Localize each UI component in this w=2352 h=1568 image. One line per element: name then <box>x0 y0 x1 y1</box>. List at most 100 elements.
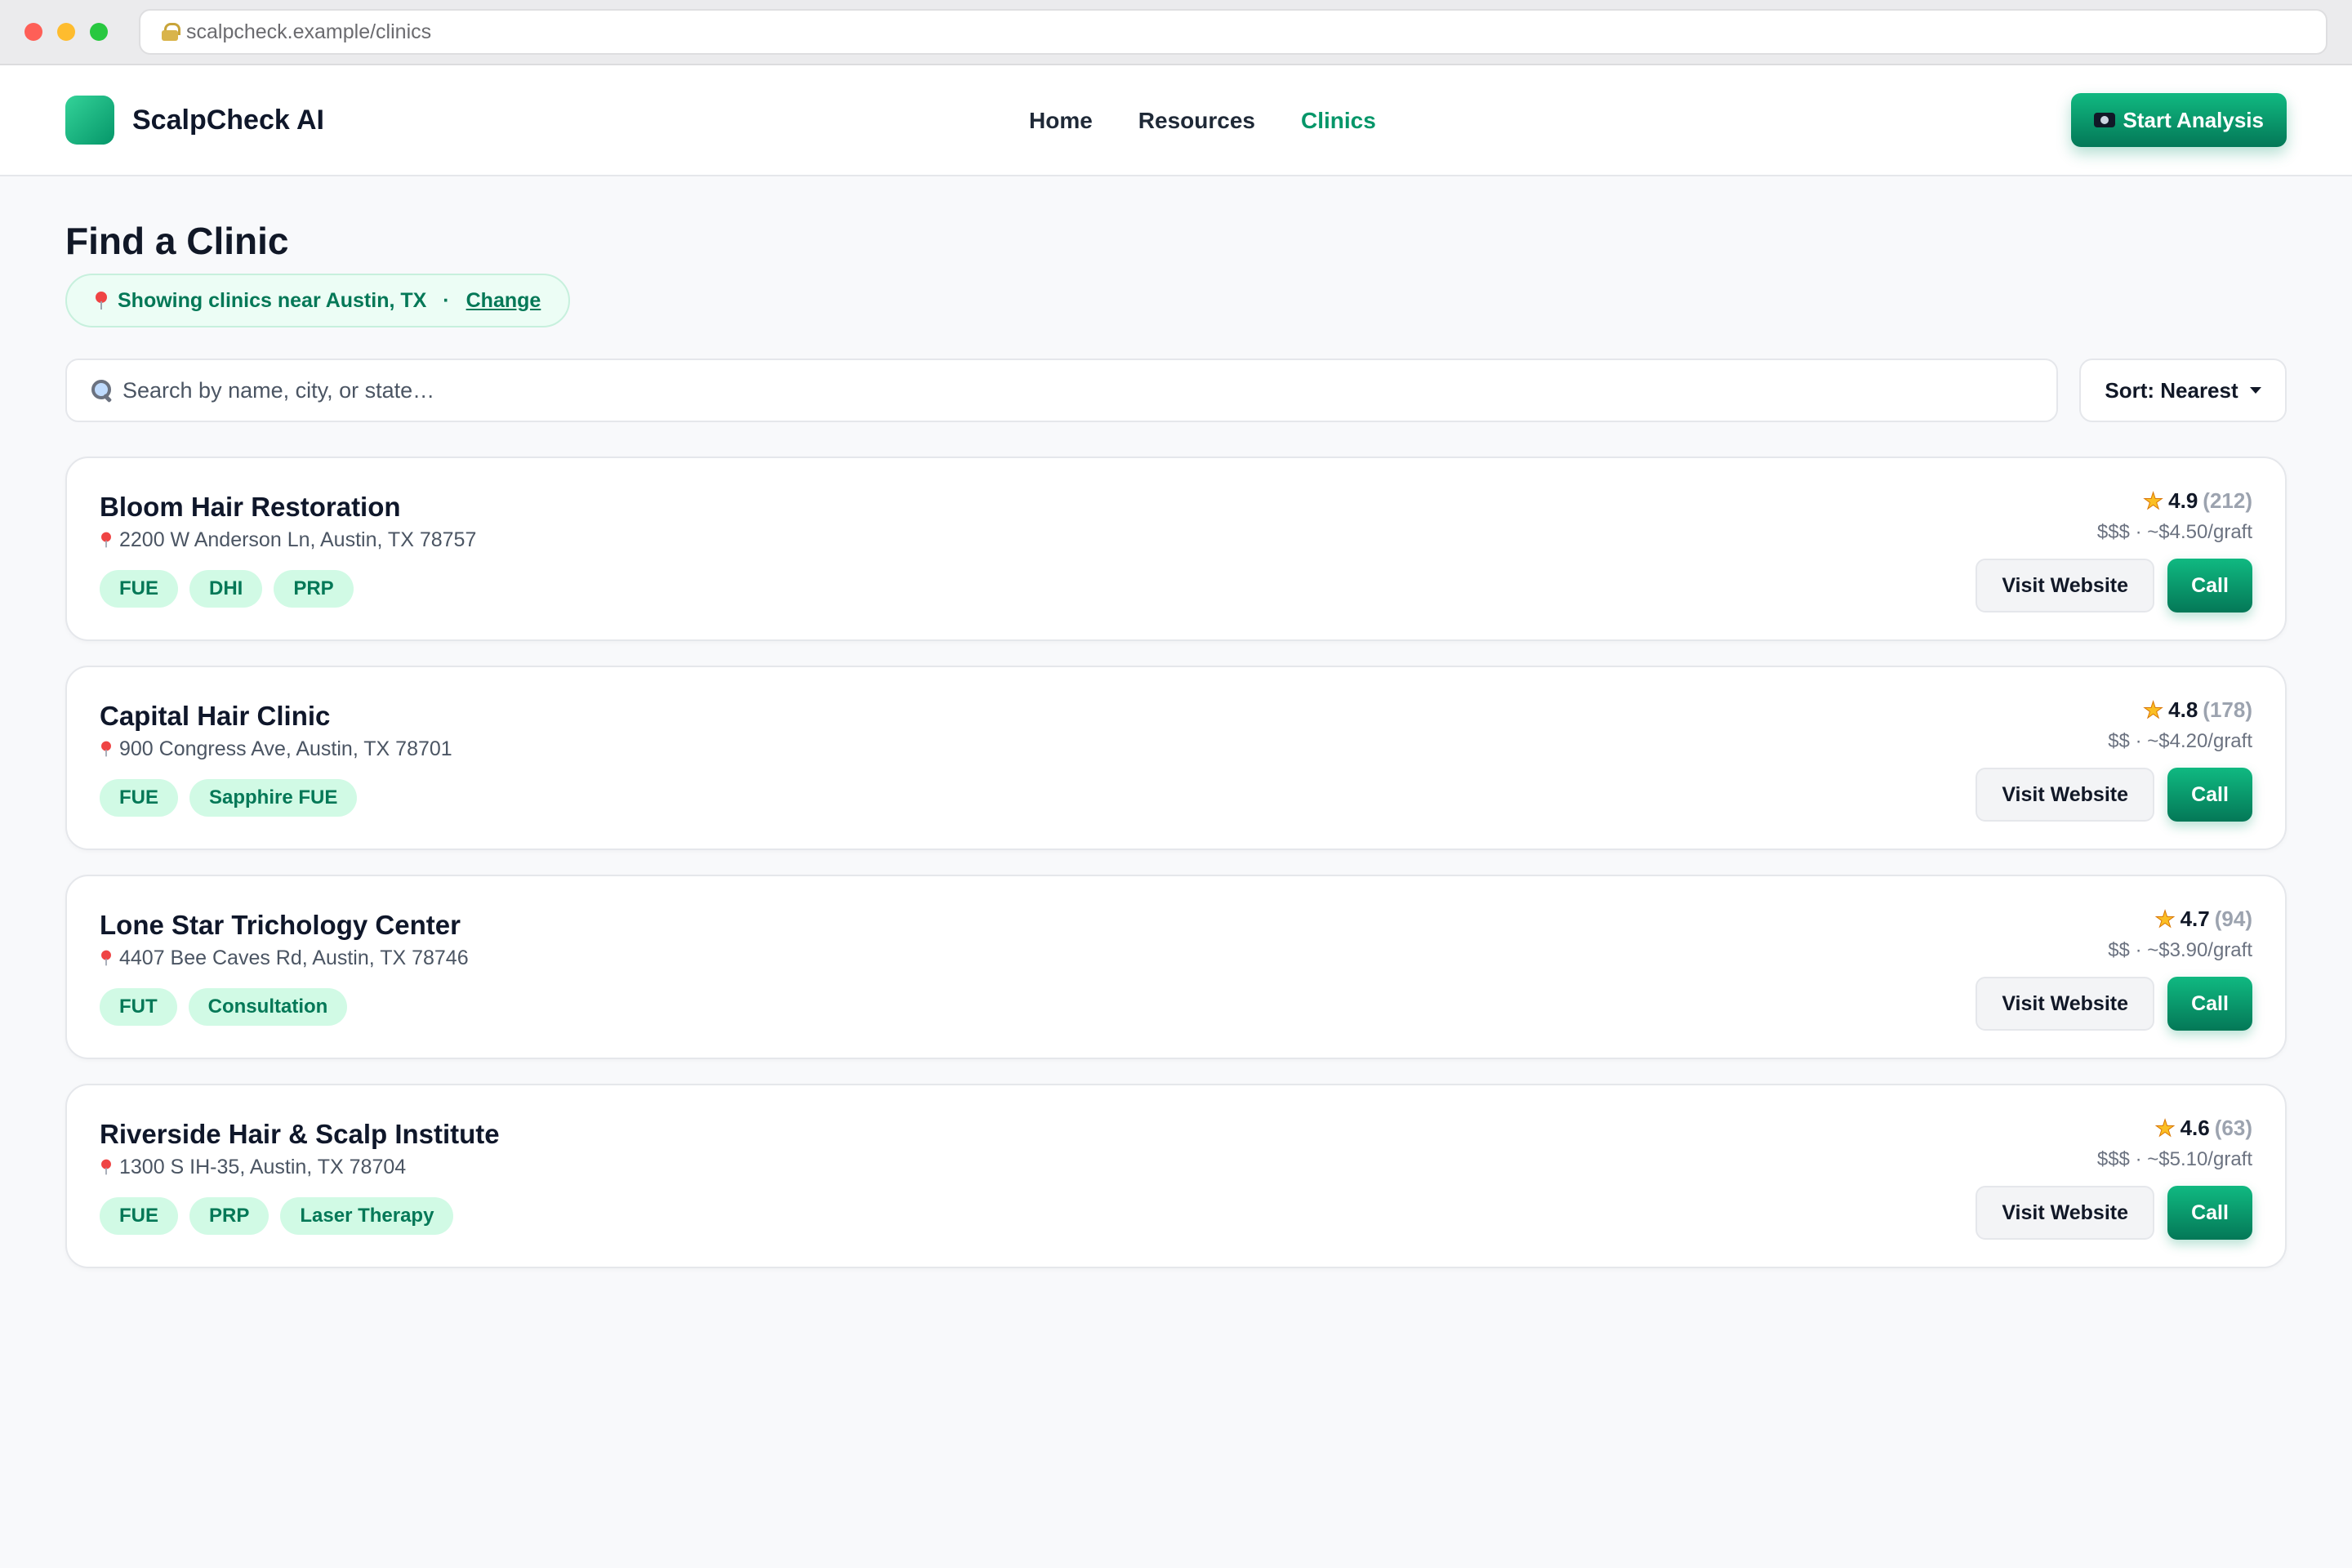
clinic-actions: Visit Website Call <box>1976 559 2252 613</box>
clinic-meta: ★ 4.6 (63) $$$ · ~$5.10/graft Visit Webs… <box>1976 1115 2252 1241</box>
clinic-meta: ★ 4.7 (94) $$ · ~$3.90/graft Visit Websi… <box>1976 906 2252 1031</box>
sort-dropdown[interactable]: Sort: Nearest <box>2079 359 2287 423</box>
treatment-tags: FUE Sapphire FUE <box>100 778 2252 817</box>
clinic-rating: ★ 4.6 (63) <box>2154 1115 2252 1142</box>
location-banner: Showing clinics near Austin, TX · Change <box>65 274 571 328</box>
treatment-tag: FUE <box>100 569 178 608</box>
nav-resources[interactable]: Resources <box>1138 108 1255 134</box>
maximize-window-button[interactable] <box>90 23 108 41</box>
search-input[interactable] <box>122 377 2032 403</box>
review-count: (212) <box>2203 488 2252 514</box>
treatment-tag: Sapphire FUE <box>189 778 358 817</box>
browser-toolbar: scalpcheck.example/clinics <box>0 0 2352 65</box>
review-count: (178) <box>2203 697 2252 723</box>
main-nav: Home Resources Clinics <box>1029 65 1376 176</box>
treatment-tags: FUE PRP Laser Therapy <box>100 1196 2252 1235</box>
nav-clinics[interactable]: Clinics <box>1301 108 1376 134</box>
main-content: Find a Clinic Showing clinics near Austi… <box>0 176 2352 1269</box>
sort-label: Sort: Nearest <box>2105 377 2238 403</box>
clinic-card: Lone Star Trichology Center 4407 Bee Cav… <box>65 875 2287 1060</box>
visit-website-button[interactable]: Visit Website <box>1976 1186 2154 1241</box>
logo-icon[interactable] <box>65 96 114 145</box>
call-button[interactable]: Call <box>2167 977 2252 1031</box>
review-count: (63) <box>2214 1116 2252 1141</box>
change-location-link[interactable]: Change <box>466 289 541 313</box>
clinic-address: 1300 S IH-35, Austin, TX 78704 <box>100 1156 2252 1179</box>
window-controls <box>24 23 108 41</box>
search-icon <box>91 380 113 401</box>
clinic-rating: ★ 4.7 (94) <box>2154 906 2252 933</box>
treatment-tag: FUE <box>100 1196 178 1235</box>
clinic-list: Bloom Hair Restoration 2200 W Anderson L… <box>65 457 2287 1269</box>
separator: · <box>443 288 450 312</box>
clinic-address-text: 4407 Bee Caves Rd, Austin, TX 78746 <box>119 946 469 969</box>
address-bar[interactable]: scalpcheck.example/clinics <box>139 9 2328 55</box>
clinic-meta: ★ 4.8 (178) $$ · ~$4.20/graft Visit Webs… <box>1976 697 2252 822</box>
start-analysis-label: Start Analysis <box>2123 107 2264 132</box>
camera-icon <box>2093 113 2115 127</box>
clinic-actions: Visit Website Call <box>1976 768 2252 822</box>
lock-icon <box>162 23 180 41</box>
page-title: Find a Clinic <box>65 220 289 262</box>
location-pin-icon <box>100 1159 112 1175</box>
clinic-meta: ★ 4.9 (212) $$$ · ~$4.50/graft Visit Web… <box>1976 488 2252 613</box>
search-row: Sort: Nearest <box>65 359 2287 423</box>
clinic-name[interactable]: Bloom Hair Restoration <box>100 491 2252 523</box>
star-icon: ★ <box>2154 1116 2176 1142</box>
location-text: Showing clinics near Austin, TX <box>118 288 427 312</box>
clinic-actions: Visit Website Call <box>1976 1186 2252 1241</box>
location-pin-icon <box>100 950 112 966</box>
nav-home[interactable]: Home <box>1029 108 1093 134</box>
clinic-address-text: 1300 S IH-35, Austin, TX 78704 <box>119 1155 407 1178</box>
rating-value: 4.7 <box>2180 906 2210 932</box>
visit-website-button[interactable]: Visit Website <box>1976 977 2154 1031</box>
brand-name[interactable]: ScalpCheck AI <box>132 105 324 136</box>
visit-website-button[interactable]: Visit Website <box>1976 559 2154 613</box>
clinic-price: $$$ · ~$5.10/graft <box>2096 1148 2252 1171</box>
treatment-tag: DHI <box>189 569 263 608</box>
minimize-window-button[interactable] <box>57 23 75 41</box>
review-count: (94) <box>2214 906 2252 932</box>
treatment-tag: FUT <box>100 987 177 1026</box>
app-header: ScalpCheck AI Home Resources Clinics Sta… <box>0 65 2352 176</box>
location-pin-icon <box>100 741 112 757</box>
call-button[interactable]: Call <box>2167 1186 2252 1241</box>
clinic-actions: Visit Website Call <box>1976 977 2252 1031</box>
clinic-price: $$$ · ~$4.50/graft <box>2096 521 2252 544</box>
clinic-card: Riverside Hair & Scalp Institute 1300 S … <box>65 1084 2287 1269</box>
clinic-rating: ★ 4.8 (178) <box>2143 697 2252 724</box>
clinic-address-text: 900 Congress Ave, Austin, TX 78701 <box>119 737 452 760</box>
clinic-address-text: 2200 W Anderson Ln, Austin, TX 78757 <box>119 528 477 551</box>
start-analysis-button[interactable]: Start Analysis <box>2070 93 2287 147</box>
close-window-button[interactable] <box>24 23 42 41</box>
treatment-tags: FUE DHI PRP <box>100 569 2252 608</box>
rating-value: 4.6 <box>2180 1116 2210 1141</box>
visit-website-button[interactable]: Visit Website <box>1976 768 2154 822</box>
clinic-price: $$ · ~$4.20/graft <box>2108 730 2252 753</box>
clinic-name[interactable]: Riverside Hair & Scalp Institute <box>100 1118 2252 1151</box>
clinic-name[interactable]: Capital Hair Clinic <box>100 700 2252 733</box>
star-icon: ★ <box>2143 697 2164 724</box>
call-button[interactable]: Call <box>2167 768 2252 822</box>
treatment-tags: FUT Consultation <box>100 987 2252 1026</box>
rating-value: 4.8 <box>2168 697 2198 723</box>
clinic-address: 4407 Bee Caves Rd, Austin, TX 78746 <box>100 947 2252 970</box>
search-box[interactable] <box>65 359 2058 423</box>
clinic-address: 900 Congress Ave, Austin, TX 78701 <box>100 737 2252 761</box>
treatment-tag: PRP <box>274 569 354 608</box>
url-text: scalpcheck.example/clinics <box>186 20 432 43</box>
call-button[interactable]: Call <box>2167 559 2252 613</box>
location-pin-icon <box>100 532 112 548</box>
location-pin-icon <box>95 292 108 310</box>
clinic-price: $$ · ~$3.90/graft <box>2108 939 2252 962</box>
rating-value: 4.9 <box>2168 488 2198 514</box>
treatment-tag: PRP <box>189 1196 270 1235</box>
clinic-card: Capital Hair Clinic 900 Congress Ave, Au… <box>65 666 2287 851</box>
treatment-tag: Laser Therapy <box>280 1196 454 1235</box>
clinic-address: 2200 W Anderson Ln, Austin, TX 78757 <box>100 528 2252 552</box>
clinic-card: Bloom Hair Restoration 2200 W Anderson L… <box>65 457 2287 642</box>
treatment-tag: Consultation <box>188 987 348 1026</box>
clinic-name[interactable]: Lone Star Trichology Center <box>100 909 2252 942</box>
treatment-tag: FUE <box>100 778 178 817</box>
clinic-rating: ★ 4.9 (212) <box>2143 488 2252 514</box>
